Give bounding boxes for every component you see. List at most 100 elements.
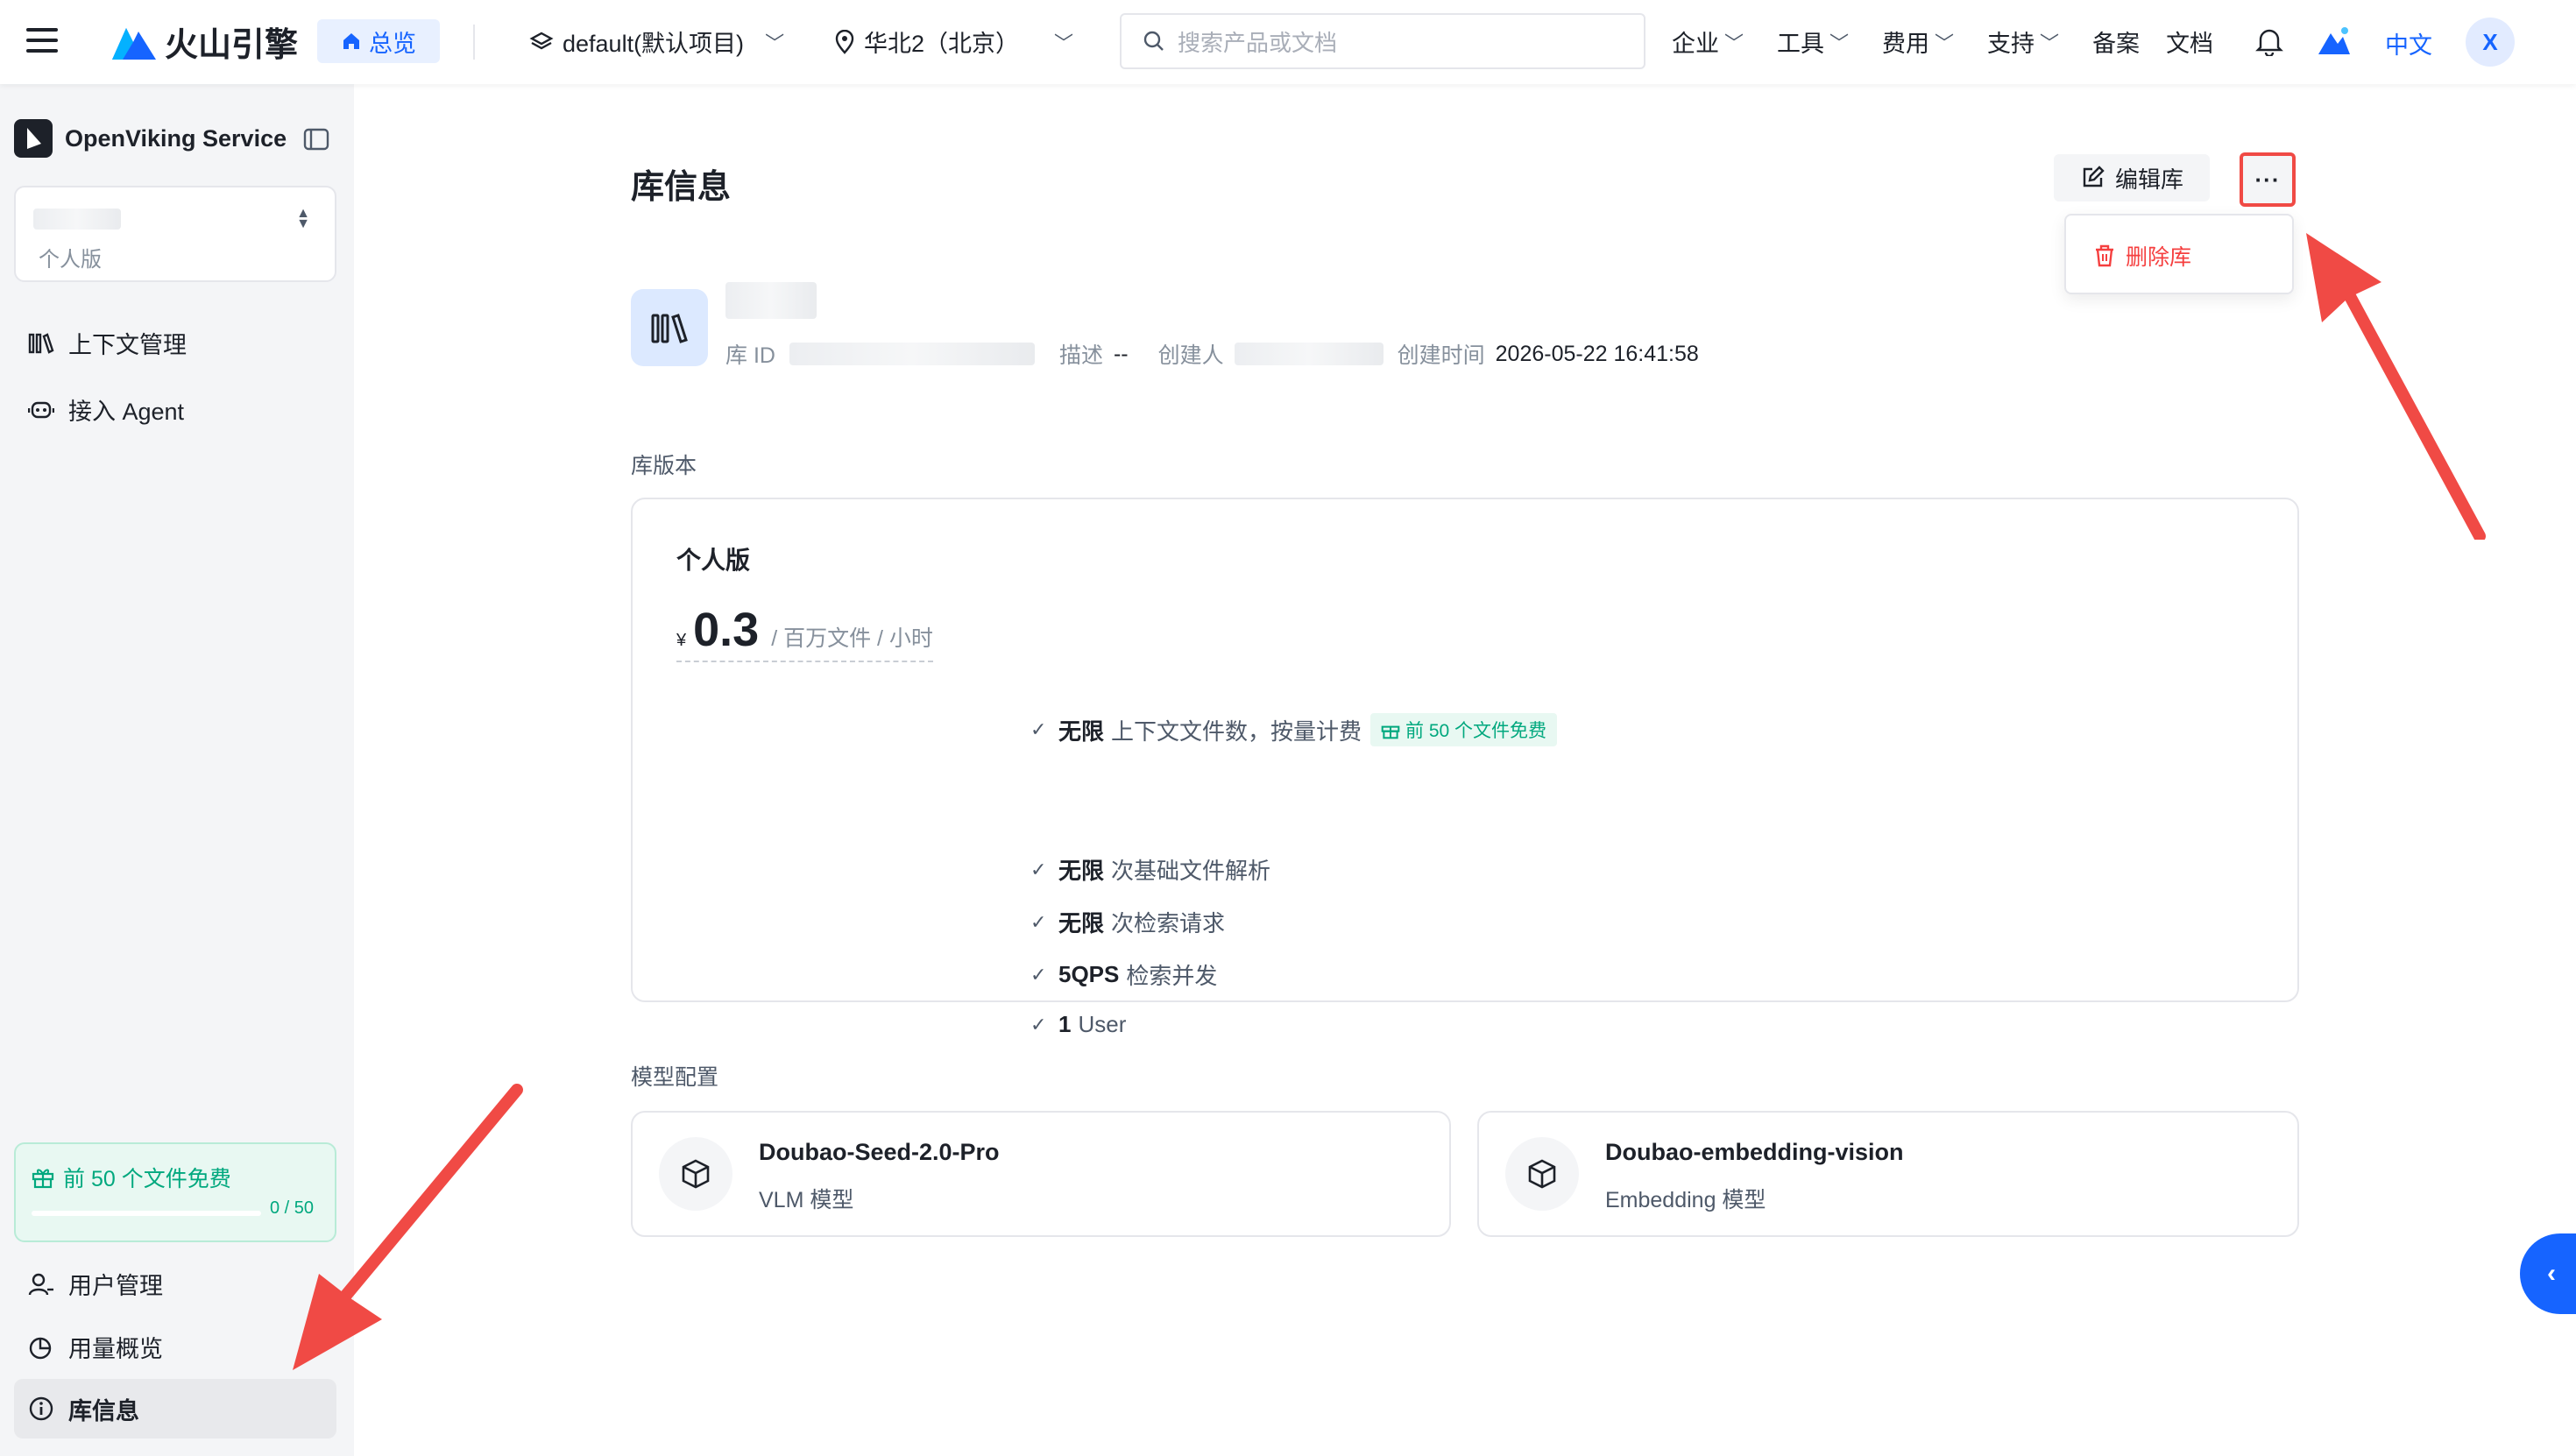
chevron-left-icon: ‹ — [2547, 1259, 2556, 1288]
sort-updown-icon: ▲ ▼ — [296, 206, 310, 231]
check-icon: ✓ — [1030, 910, 1047, 933]
model-section-title: 模型配置 — [631, 1065, 719, 1090]
library-id-label: 库 ID — [725, 343, 775, 368]
plan-feature: ✓ 1 User — [1030, 1011, 1126, 1038]
avatar[interactable]: X — [2466, 18, 2515, 67]
search-box[interactable]: 搜索产品或文档 — [1120, 13, 1645, 69]
menu-docs[interactable]: 文档 — [2166, 25, 2213, 59]
feature-text: 次检索请求 — [1111, 910, 1226, 937]
gift-icon — [32, 1169, 54, 1189]
library-id-redacted — [789, 343, 1035, 365]
creator-redacted — [1234, 343, 1384, 365]
service-header: OpenViking Service — [14, 119, 287, 158]
sidebar-item-connect-agent[interactable]: 接入 Agent — [28, 392, 184, 427]
feature-text: 上下文文件数，按量计费 — [1111, 717, 1362, 745]
model-avatar — [659, 1137, 732, 1211]
project-selector[interactable]: default(默认项目) ﹀ — [529, 25, 784, 59]
menu-tools[interactable]: 工具 ﹀ — [1777, 25, 1849, 59]
more-actions-dropdown: 删除库 — [2064, 214, 2294, 294]
chevron-down-icon: ﹀ — [1935, 32, 1955, 54]
sidebar-item-user-management[interactable]: 用户管理 — [28, 1267, 163, 1301]
check-icon: ✓ — [1030, 1013, 1047, 1035]
edit-icon — [2083, 166, 2105, 187]
bell-icon[interactable] — [2255, 26, 2283, 56]
avatar-initial: X — [2482, 28, 2498, 55]
promo-progress-bar — [32, 1211, 261, 1216]
brand-name: 火山引擎 — [165, 27, 299, 64]
menu-label: 备案 — [2092, 31, 2141, 57]
price-unit: / 百万文件 / 小时 — [771, 626, 933, 651]
price-value: 0.3 — [693, 604, 760, 656]
search-icon — [1143, 31, 1164, 51]
model-type: Embedding 模型 — [1605, 1188, 1766, 1212]
model-name: Doubao-Seed-2.0-Pro — [759, 1139, 1000, 1165]
model-avatar — [1505, 1137, 1579, 1211]
chevron-down-icon: ﹀ — [765, 32, 785, 54]
plan-price: ¥ 0.3 / 百万文件 / 小时 — [676, 603, 933, 662]
service-name: OpenViking Service — [65, 124, 287, 152]
collapse-sidebar-icon[interactable] — [303, 128, 329, 151]
menu-support[interactable]: 支持 ﹀ — [1987, 25, 2059, 59]
feature-highlight: 无限 — [1058, 858, 1105, 884]
home-icon — [343, 33, 359, 49]
currency-symbol: ¥ — [676, 631, 687, 650]
hamburger-menu-icon[interactable] — [26, 28, 58, 54]
badge-text: 前 50 个文件免费 — [1405, 721, 1547, 741]
menu-label: 支持 — [1987, 31, 2035, 57]
description-label: 描述 — [1058, 343, 1103, 368]
divider — [473, 25, 475, 60]
project-label: default(默认项目) — [563, 31, 745, 57]
cube-icon — [682, 1159, 710, 1189]
free-files-badge: 前 50 个文件免费 — [1370, 713, 1558, 746]
check-icon: ✓ — [1030, 963, 1047, 986]
search-input[interactable]: 搜索产品或文档 — [1178, 25, 1337, 58]
version-section-title: 库版本 — [631, 454, 697, 478]
library-selector[interactable]: 个人版 ▲ ▼ — [14, 186, 336, 282]
plan-feature: ✓ 无限 次检索请求 — [1030, 906, 1225, 938]
plan-feature: ✓ 5QPS 检索并发 — [1030, 958, 1217, 991]
feature-text: 检索并发 — [1126, 963, 1218, 989]
plan-feature: ✓ 无限 次基础文件解析 — [1030, 853, 1270, 886]
language-switch[interactable]: 中文 — [2385, 26, 2432, 60]
feature-highlight: 无限 — [1058, 910, 1105, 937]
menu-label: 文档 — [2166, 31, 2214, 57]
layers-icon — [529, 32, 554, 49]
sidebar-item-context-management[interactable]: 上下文管理 — [28, 326, 187, 360]
volcengine-logo[interactable]: 火山引擎 — [112, 18, 298, 66]
sidebar-item-label: 用户管理 — [68, 1273, 163, 1299]
sidebar-item-label: 用量概览 — [68, 1336, 163, 1362]
check-icon: ✓ — [1030, 858, 1047, 880]
feature-highlight: 5QPS — [1058, 961, 1120, 987]
creator-label: 创建人 — [1157, 343, 1224, 368]
region-selector[interactable]: 华北2（北京） ﹀ — [834, 25, 1073, 59]
home-button[interactable]: 总览 — [317, 19, 440, 63]
sidebar-item-library-info[interactable]: 库信息 — [14, 1379, 336, 1438]
menu-label: 工具 — [1777, 31, 1825, 57]
main-content: 库信息 编辑库 ··· 删除库 库 ID 描述 -- 创建人 创建时间 2026… — [354, 84, 2576, 1456]
promo-label: 前 50 个文件免费 — [63, 1167, 231, 1191]
edit-library-button[interactable]: 编辑库 — [2054, 154, 2210, 201]
library-name-redacted — [725, 282, 817, 319]
library-edition: 个人版 — [39, 248, 102, 272]
floating-expand-tab[interactable]: ‹ — [2520, 1233, 2576, 1314]
menu-enterprise[interactable]: 企业 ﹀ — [1672, 25, 1744, 59]
menu-billing[interactable]: 费用 ﹀ — [1882, 25, 1954, 59]
feature-highlight: 无限 — [1058, 717, 1105, 745]
created-time-label: 创建时间 — [1397, 343, 1485, 368]
delete-library-menu-item[interactable]: 删除库 — [2094, 240, 2191, 272]
menu-filing[interactable]: 备案 — [2092, 25, 2140, 59]
more-actions-button[interactable]: ··· — [2240, 152, 2296, 207]
library-icon — [28, 332, 54, 354]
sidebar-item-usage-overview[interactable]: 用量概览 — [28, 1330, 163, 1364]
plan-feature: ✓ 无限 上下文文件数，按量计费 前 50 个文件免费 — [1030, 713, 1558, 746]
cube-icon — [1528, 1159, 1556, 1189]
trash-icon — [2096, 244, 2113, 267]
mountain-app-icon[interactable] — [2317, 25, 2352, 56]
library-icon — [651, 314, 688, 343]
page-title: 库信息 — [631, 169, 732, 206]
agent-icon — [28, 401, 54, 418]
pie-chart-icon — [29, 1337, 52, 1359]
chevron-down-icon: ﹀ — [1054, 32, 1074, 54]
volcano-logo-icon — [112, 27, 156, 60]
library-meta: 库 ID 描述 -- 创建人 创建时间 2026-05-22 16:41:58 — [725, 338, 1699, 370]
